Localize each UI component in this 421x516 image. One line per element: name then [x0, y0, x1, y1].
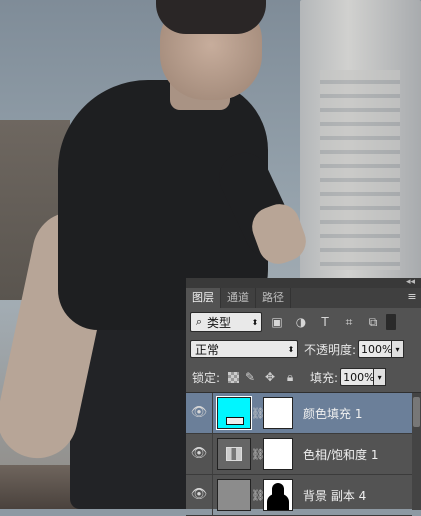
- blend-mode-value: 正常: [195, 342, 220, 357]
- panel-tabs: 图层 通道 路径: [186, 288, 421, 308]
- fill-layer-thumbnail[interactable]: [216, 396, 252, 430]
- link-chain-icon[interactable]: ⛓︎: [251, 448, 265, 461]
- layer-name: 颜色填充 1: [303, 406, 363, 421]
- layer-name: 色相/饱和度 1: [303, 447, 379, 462]
- opacity-input[interactable]: 100%: [358, 340, 393, 358]
- panel-title-strip: ◂◂: [186, 277, 421, 288]
- scrollbar-thumb[interactable]: [413, 397, 420, 427]
- blend-mode-select[interactable]: 正常 ⬍: [190, 340, 298, 358]
- select-arrows-icon: ⬍: [251, 317, 259, 327]
- search-icon: ⌕: [195, 315, 203, 328]
- fill-label: 填充:: [310, 370, 339, 385]
- hue-saturation-icon: [226, 447, 242, 461]
- layer-filter-row: ⌕ 类型 ⬍ ▣ ◑ T ⌗ ⧉: [190, 311, 421, 333]
- adjustment-layer-thumbnail[interactable]: [217, 438, 251, 470]
- lock-all-icon[interactable]: 🔒︎: [282, 369, 298, 385]
- image-filter-icon[interactable]: ▣: [268, 313, 286, 331]
- visibility-eye-icon[interactable]: 👁︎: [186, 434, 213, 474]
- blend-row: 正常 ⬍ 不透明度: 100% ▾: [190, 338, 421, 360]
- layers-scrollbar[interactable]: [412, 393, 421, 510]
- filter-toggle-switch[interactable]: [386, 314, 396, 330]
- fill-dropdown-button[interactable]: ▾: [374, 368, 387, 386]
- opacity-label: 不透明度:: [304, 342, 357, 357]
- mask-silhouette-base: [267, 494, 289, 510]
- figure-hair: [156, 0, 266, 34]
- layer-color-fill[interactable]: 👁︎ ⛓︎ 颜色填充 1: [186, 393, 412, 434]
- tab-layers[interactable]: 图层: [186, 288, 221, 308]
- lock-row: 锁定: ✎ ✥ 🔒︎ 填充: 100% ▾: [190, 366, 421, 388]
- lock-transparent-icon[interactable]: [228, 371, 240, 383]
- pixel-layer-thumbnail[interactable]: [217, 479, 251, 511]
- link-chain-icon[interactable]: ⛓︎: [251, 489, 265, 502]
- collapse-panel-icon[interactable]: ◂◂: [406, 277, 415, 287]
- layer-background-copy-4[interactable]: 👁︎ ⛓︎ 背景 副本 4: [186, 475, 412, 516]
- filter-kind-label: 类型: [207, 315, 232, 330]
- layer-mask-thumbnail[interactable]: [263, 479, 293, 511]
- layers-list: 👁︎ ⛓︎ 颜色填充 1 👁︎ ⛓︎ 色相/饱和度 1 👁︎ ⛓︎ 背景 副本 …: [186, 392, 421, 516]
- tab-channels[interactable]: 通道: [221, 288, 256, 308]
- lock-image-brush-icon[interactable]: ✎: [242, 369, 258, 385]
- adjustment-filter-icon[interactable]: ◑: [292, 313, 310, 331]
- lock-label: 锁定:: [192, 370, 221, 385]
- lock-position-icon[interactable]: ✥: [262, 369, 278, 385]
- tab-paths[interactable]: 路径: [256, 288, 291, 308]
- layer-hue-saturation[interactable]: 👁︎ ⛓︎ 色相/饱和度 1: [186, 434, 412, 475]
- fill-layer-marker-icon: [226, 417, 244, 425]
- fill-input[interactable]: 100%: [340, 368, 375, 386]
- filter-kind-select[interactable]: ⌕ 类型 ⬍: [190, 312, 262, 332]
- type-filter-icon[interactable]: T: [316, 313, 334, 331]
- layer-mask-thumbnail[interactable]: [263, 438, 293, 470]
- layer-name: 背景 副本 4: [303, 488, 367, 503]
- layers-panel: ◂◂ 图层 通道 路径 ≡ ⌕ 类型 ⬍ ▣ ◑ T ⌗ ⧉ 正常 ⬍ 不透明度…: [186, 277, 421, 516]
- smart-object-filter-icon[interactable]: ⧉: [364, 313, 382, 331]
- opacity-dropdown-button[interactable]: ▾: [392, 340, 405, 358]
- panel-menu-icon[interactable]: ≡: [405, 290, 419, 304]
- layer-mask-thumbnail[interactable]: [263, 397, 293, 429]
- visibility-eye-icon[interactable]: 👁︎: [186, 475, 213, 515]
- shape-filter-icon[interactable]: ⌗: [340, 313, 358, 331]
- visibility-eye-icon[interactable]: 👁︎: [186, 393, 213, 433]
- link-chain-icon[interactable]: ⛓︎: [251, 407, 265, 420]
- select-arrows-icon: ⬍: [287, 344, 295, 354]
